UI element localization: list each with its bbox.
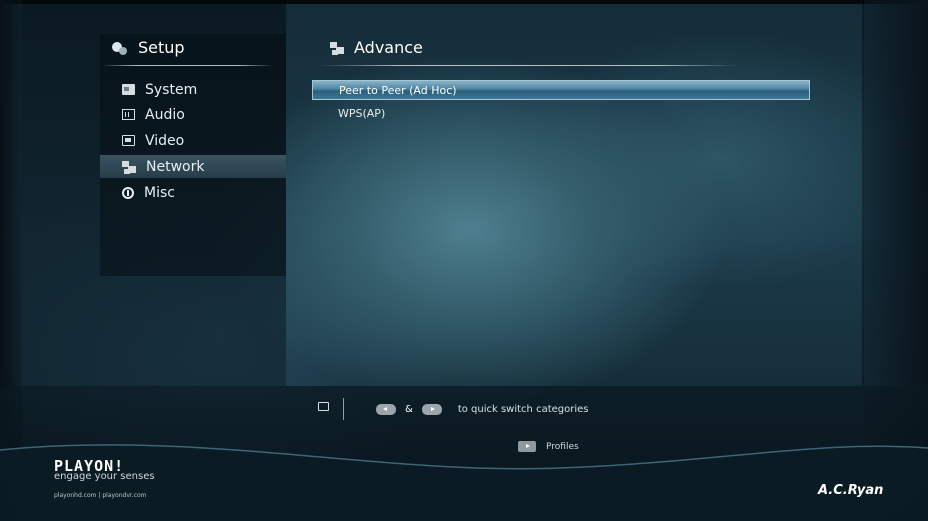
- advance-header: Advance: [330, 38, 423, 57]
- sidebar-item-network[interactable]: Network: [100, 155, 286, 178]
- sidebar-item-label: Video: [145, 132, 185, 149]
- logo-urls: playonhd.com | playondvr.com: [54, 492, 147, 499]
- audio-icon: [122, 109, 135, 120]
- right-arrow-key-icon: [421, 403, 442, 415]
- sidebar-item-label: Audio: [145, 106, 185, 123]
- network-icon: [330, 41, 344, 54]
- info-box-icon: [318, 401, 329, 411]
- setup-gear-icon: [112, 40, 128, 56]
- setup-header: Setup: [112, 38, 185, 57]
- logo-tagline: engage your senses: [54, 471, 155, 482]
- sidebar-item-audio[interactable]: Audio: [100, 103, 286, 126]
- right-divider: [862, 4, 864, 387]
- quick-switch-hint: & to quick switch categories: [318, 398, 588, 420]
- profiles-button[interactable]: Profiles: [518, 441, 579, 452]
- info-icon: [122, 186, 134, 199]
- acryan-logo: A.C.Ryan: [818, 483, 884, 498]
- system-icon: [122, 84, 135, 95]
- advance-divider: [318, 65, 738, 66]
- setup-title: Setup: [138, 38, 185, 57]
- sidebar-item-label: Misc: [144, 184, 175, 201]
- video-icon: [122, 135, 135, 146]
- profiles-label: Profiles: [546, 441, 579, 452]
- option-peer-to-peer[interactable]: Peer to Peer (Ad Hoc): [312, 80, 810, 100]
- sidebar-item-system[interactable]: System: [100, 78, 286, 101]
- sidebar-item-label: Network: [146, 158, 205, 175]
- setup-screen: Setup System Audio Video Network Misc Ad…: [0, 0, 928, 521]
- sidebar-item-misc[interactable]: Misc: [100, 181, 286, 204]
- option-wps-ap[interactable]: WPS(AP): [312, 103, 810, 123]
- setup-divider: [102, 65, 272, 66]
- sidebar-item-video[interactable]: Video: [100, 129, 286, 152]
- option-label: Peer to Peer (Ad Hoc): [339, 83, 457, 97]
- left-arrow-key-icon: [376, 403, 396, 415]
- sidebar-item-label: System: [145, 81, 198, 98]
- hint-separator: [343, 398, 344, 420]
- hint-text: to quick switch categories: [457, 403, 589, 415]
- option-label: WPS(AP): [338, 106, 386, 120]
- page-title: Advance: [354, 38, 423, 57]
- hint-amp: &: [405, 403, 413, 415]
- play-key-icon: [518, 441, 536, 452]
- network-icon: [122, 160, 136, 173]
